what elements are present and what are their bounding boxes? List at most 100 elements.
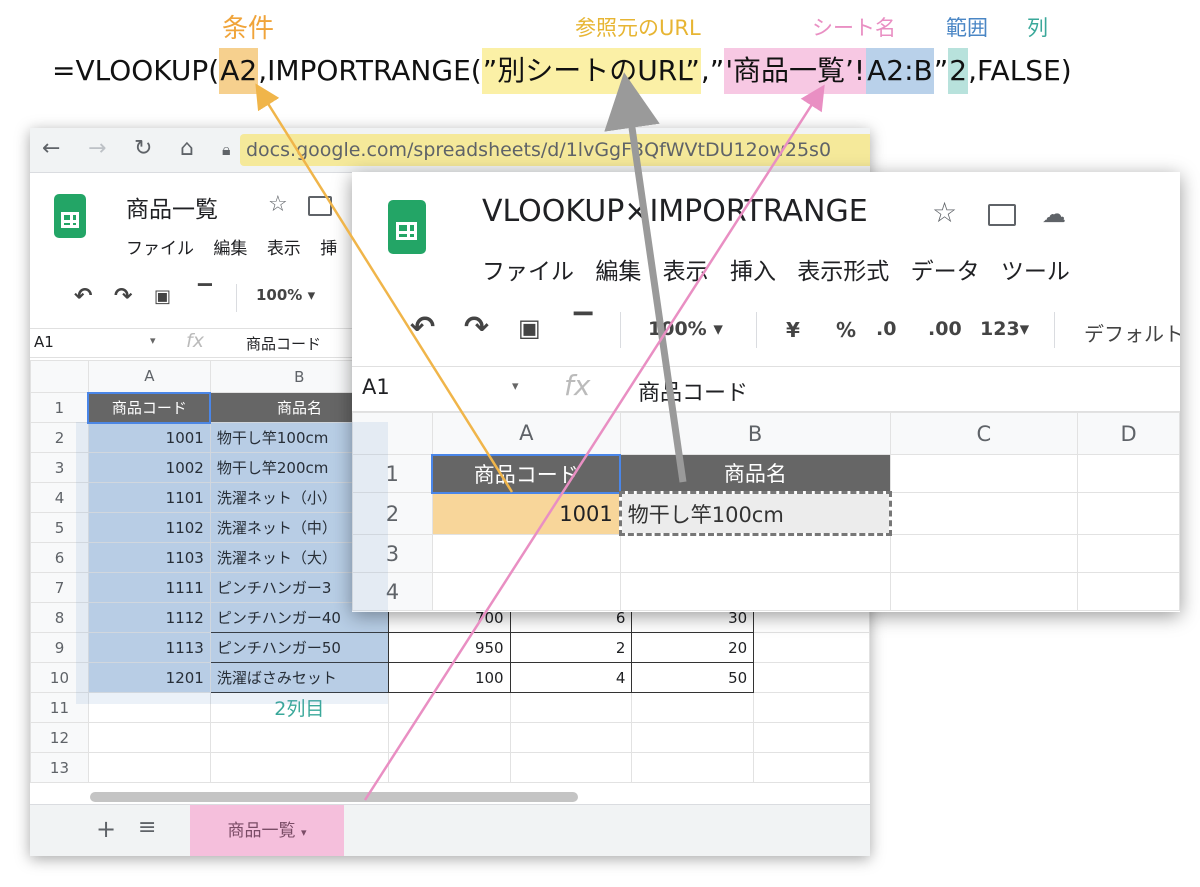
cell[interactable]: 1102 <box>87 512 211 543</box>
cell[interactable] <box>87 722 211 753</box>
cell[interactable] <box>753 722 870 753</box>
cell[interactable]: 1103 <box>87 542 211 573</box>
row-header[interactable]: 8 <box>30 602 89 633</box>
cell[interactable] <box>889 534 1079 573</box>
row-header[interactable]: 4 <box>30 482 89 513</box>
column-header-a[interactable]: A <box>431 412 621 455</box>
row-header[interactable]: 11 <box>30 692 89 723</box>
name-box[interactable]: A1 <box>362 375 390 399</box>
menu-file[interactable]: ファイル <box>126 239 194 259</box>
chevron-down-icon[interactable]: ▾ <box>150 334 156 347</box>
cell[interactable] <box>889 454 1079 493</box>
row-header[interactable]: 12 <box>30 722 89 753</box>
column-header-a[interactable]: A <box>87 360 211 393</box>
cell[interactable]: ピンチハンガー50 <box>209 632 389 663</box>
menu-data[interactable]: データ <box>911 259 980 285</box>
cell[interactable]: 商品コード <box>431 453 622 494</box>
cell[interactable] <box>387 722 511 753</box>
sheet-tab-active[interactable]: 商品一覧 ▾ <box>190 805 344 856</box>
row-header[interactable]: 5 <box>30 512 89 543</box>
cell[interactable] <box>753 662 870 693</box>
doc-title[interactable]: VLOOKUP×IMPORTRANGE <box>482 194 868 229</box>
cell[interactable] <box>87 752 211 783</box>
font-select[interactable]: デフォルト <box>1084 318 1180 347</box>
cell[interactable]: 1201 <box>87 662 211 693</box>
all-sheets-button[interactable]: ≡ <box>138 815 156 840</box>
cell[interactable] <box>889 572 1079 611</box>
print-icon[interactable]: ▣ <box>518 314 541 342</box>
cell[interactable] <box>509 692 633 723</box>
redo-icon[interactable]: ↷ <box>114 284 132 309</box>
cloud-icon[interactable]: ☁︎ <box>1042 200 1066 228</box>
cell[interactable]: 物干し竿100cm <box>618 491 892 536</box>
address-bar[interactable]: docs.google.com/spreadsheets/d/1lvGgF3Qf… <box>240 134 870 166</box>
doc-title[interactable]: 商品一覧 <box>126 190 218 224</box>
cell[interactable]: 洗濯ばさみセット <box>209 662 389 693</box>
horizontal-scrollbar[interactable] <box>90 792 578 802</box>
menu-view[interactable]: 表示 <box>267 239 301 259</box>
cell[interactable]: 1112 <box>87 602 211 633</box>
redo-icon[interactable]: ↷ <box>464 310 489 345</box>
home-icon[interactable]: ⌂ <box>180 136 194 161</box>
forward-arrow-icon[interactable]: → <box>88 136 106 161</box>
cell[interactable]: 1002 <box>87 452 211 483</box>
cell[interactable] <box>387 692 511 723</box>
undo-icon[interactable]: ↶ <box>410 310 435 345</box>
cell[interactable] <box>753 752 870 783</box>
row-header[interactable]: 3 <box>352 534 433 573</box>
cell[interactable] <box>631 752 755 783</box>
cell[interactable]: 100 <box>387 662 511 693</box>
cell[interactable] <box>431 534 621 573</box>
cell[interactable]: 1101 <box>87 482 211 513</box>
cell[interactable] <box>631 722 755 753</box>
cell[interactable] <box>509 722 633 753</box>
cell[interactable] <box>87 692 211 723</box>
cell[interactable] <box>631 692 755 723</box>
select-all-corner[interactable] <box>352 412 433 455</box>
formula-input[interactable]: 商品コード <box>638 375 748 407</box>
cell[interactable]: 50 <box>631 662 755 693</box>
paint-format-icon[interactable]: ▔ <box>574 312 592 340</box>
cell[interactable] <box>1077 454 1180 493</box>
cell[interactable]: 1001 <box>87 422 211 453</box>
move-icon[interactable] <box>988 204 1016 226</box>
cell[interactable] <box>1077 572 1180 611</box>
cell[interactable]: 1001 <box>431 492 621 535</box>
cell[interactable]: 商品名 <box>619 454 891 493</box>
paint-format-icon[interactable]: ▔ <box>198 284 212 305</box>
cell[interactable] <box>619 572 891 611</box>
row-header[interactable]: 10 <box>30 662 89 693</box>
chevron-down-icon[interactable]: ▾ <box>512 379 519 394</box>
menu-view[interactable]: 表示 <box>663 259 709 285</box>
cell[interactable] <box>387 752 511 783</box>
cell[interactable]: 1111 <box>87 572 211 603</box>
more-formats-button[interactable]: 123▾ <box>980 318 1029 340</box>
formula-input[interactable]: 商品コード <box>246 333 321 354</box>
cell[interactable]: 1113 <box>87 632 211 663</box>
row-header[interactable]: 7 <box>30 572 89 603</box>
menu-edit[interactable]: 編集 <box>595 259 641 285</box>
menu-format[interactable]: 表示形式 <box>797 259 889 285</box>
cell[interactable] <box>431 572 621 611</box>
percent-button[interactable]: % <box>836 318 856 342</box>
star-icon[interactable]: ☆ <box>932 196 957 229</box>
cell[interactable] <box>753 692 870 723</box>
cell[interactable] <box>209 722 389 753</box>
menu-tools[interactable]: ツール <box>1001 259 1070 285</box>
row-header[interactable]: 3 <box>30 452 89 483</box>
cell[interactable] <box>889 492 1079 535</box>
row-header[interactable]: 2 <box>352 492 433 535</box>
cell[interactable] <box>619 534 891 573</box>
row-header[interactable]: 4 <box>352 572 433 611</box>
cell[interactable]: 950 <box>387 632 511 663</box>
menu-edit[interactable]: 編集 <box>213 239 247 259</box>
menu-insert[interactable]: 挿 <box>320 239 337 259</box>
cell[interactable] <box>753 632 870 663</box>
row-header[interactable]: 1 <box>352 454 433 493</box>
name-box[interactable]: A1 <box>34 333 54 351</box>
cell[interactable]: 商品コード <box>87 391 212 424</box>
menu-insert[interactable]: 挿入 <box>730 259 776 285</box>
zoom-select[interactable]: 100% ▾ <box>648 318 723 340</box>
undo-icon[interactable]: ↶ <box>74 284 92 309</box>
column-header-b[interactable]: B <box>619 412 891 455</box>
